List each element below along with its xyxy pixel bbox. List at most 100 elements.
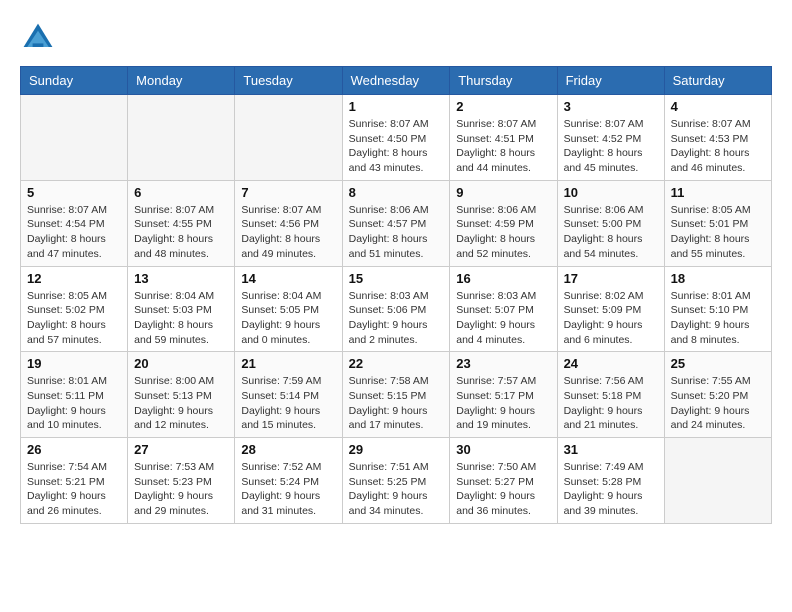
day-number: 28	[241, 442, 335, 457]
calendar-day-cell: 7 Sunrise: 8:07 AM Sunset: 4:56 PM Daylig…	[235, 180, 342, 266]
calendar-day-cell: 25 Sunrise: 7:55 AM Sunset: 5:20 PM Dayli…	[664, 352, 771, 438]
day-info: Sunrise: 7:52 AM Sunset: 5:24 PM Dayligh…	[241, 460, 335, 519]
calendar-day-cell: 27 Sunrise: 7:53 AM Sunset: 5:23 PM Dayli…	[128, 438, 235, 524]
calendar-day-cell: 22 Sunrise: 7:58 AM Sunset: 5:15 PM Dayli…	[342, 352, 450, 438]
day-info: Sunrise: 8:00 AM Sunset: 5:13 PM Dayligh…	[134, 374, 228, 433]
calendar-header-sunday: Sunday	[21, 67, 128, 95]
calendar-week-row: 1Sunrise: 8:07 AM Sunset: 4:50 PM Daylig…	[21, 95, 772, 181]
day-info: Sunrise: 8:03 AM Sunset: 5:06 PM Dayligh…	[349, 289, 444, 348]
day-number: 20	[134, 356, 228, 371]
calendar-day-cell: 17 Sunrise: 8:02 AM Sunset: 5:09 PM Dayli…	[557, 266, 664, 352]
calendar-day-cell: 19 Sunrise: 8:01 AM Sunset: 5:11 PM Dayli…	[21, 352, 128, 438]
calendar-day-cell	[664, 438, 771, 524]
day-info: Sunrise: 7:49 AM Sunset: 5:28 PM Dayligh…	[564, 460, 658, 519]
calendar-header-saturday: Saturday	[664, 67, 771, 95]
day-info: Sunrise: 8:07 AM Sunset: 4:52 PM Dayligh…	[564, 117, 658, 176]
day-number: 7	[241, 185, 335, 200]
calendar-week-row: 19 Sunrise: 8:01 AM Sunset: 5:11 PM Dayli…	[21, 352, 772, 438]
day-number: 16	[456, 271, 550, 286]
day-number: 9	[456, 185, 550, 200]
calendar-header-wednesday: Wednesday	[342, 67, 450, 95]
calendar-day-cell: 10 Sunrise: 8:06 AM Sunset: 5:00 PM Dayli…	[557, 180, 664, 266]
day-number: 3	[564, 99, 658, 114]
calendar-day-cell: 4 Sunrise: 8:07 AM Sunset: 4:53 PM Daylig…	[664, 95, 771, 181]
day-info: Sunrise: 8:05 AM Sunset: 5:01 PM Dayligh…	[671, 203, 765, 262]
day-number: 27	[134, 442, 228, 457]
day-info: Sunrise: 8:03 AM Sunset: 5:07 PM Dayligh…	[456, 289, 550, 348]
calendar-week-row: 5 Sunrise: 8:07 AM Sunset: 4:54 PM Daylig…	[21, 180, 772, 266]
calendar-week-row: 12 Sunrise: 8:05 AM Sunset: 5:02 PM Dayli…	[21, 266, 772, 352]
day-info: Sunrise: 8:06 AM Sunset: 4:57 PM Dayligh…	[349, 203, 444, 262]
day-number: 8	[349, 185, 444, 200]
calendar-day-cell: 29Sunrise: 7:51 AM Sunset: 5:25 PM Dayli…	[342, 438, 450, 524]
day-info: Sunrise: 7:58 AM Sunset: 5:15 PM Dayligh…	[349, 374, 444, 433]
day-info: Sunrise: 8:07 AM Sunset: 4:54 PM Dayligh…	[27, 203, 121, 262]
calendar-day-cell: 6 Sunrise: 8:07 AM Sunset: 4:55 PM Daylig…	[128, 180, 235, 266]
day-info: Sunrise: 8:06 AM Sunset: 4:59 PM Dayligh…	[456, 203, 550, 262]
day-number: 17	[564, 271, 658, 286]
calendar-day-cell: 26 Sunrise: 7:54 AM Sunset: 5:21 PM Dayli…	[21, 438, 128, 524]
day-info: Sunrise: 8:07 AM Sunset: 4:53 PM Dayligh…	[671, 117, 765, 176]
day-number: 4	[671, 99, 765, 114]
calendar-day-cell: 2 Sunrise: 8:07 AM Sunset: 4:51 PM Daylig…	[450, 95, 557, 181]
calendar-day-cell	[21, 95, 128, 181]
calendar-day-cell: 23Sunrise: 7:57 AM Sunset: 5:17 PM Dayli…	[450, 352, 557, 438]
calendar-header-row: SundayMondayTuesdayWednesdayThursdayFrid…	[21, 67, 772, 95]
calendar-day-cell: 20 Sunrise: 8:00 AM Sunset: 5:13 PM Dayli…	[128, 352, 235, 438]
calendar-day-cell	[128, 95, 235, 181]
day-number: 5	[27, 185, 121, 200]
day-number: 21	[241, 356, 335, 371]
day-number: 2	[456, 99, 550, 114]
day-info: Sunrise: 8:07 AM Sunset: 4:51 PM Dayligh…	[456, 117, 550, 176]
calendar-day-cell: 15 Sunrise: 8:03 AM Sunset: 5:06 PM Dayli…	[342, 266, 450, 352]
day-info: Sunrise: 8:07 AM Sunset: 4:55 PM Dayligh…	[134, 203, 228, 262]
day-info: Sunrise: 8:05 AM Sunset: 5:02 PM Dayligh…	[27, 289, 121, 348]
logo-icon	[20, 20, 56, 56]
day-info: Sunrise: 8:07 AM Sunset: 4:50 PM Dayligh…	[349, 117, 444, 176]
calendar-week-row: 26 Sunrise: 7:54 AM Sunset: 5:21 PM Dayli…	[21, 438, 772, 524]
day-info: Sunrise: 8:04 AM Sunset: 5:05 PM Dayligh…	[241, 289, 335, 348]
calendar-day-cell	[235, 95, 342, 181]
calendar-header-thursday: Thursday	[450, 67, 557, 95]
day-number: 18	[671, 271, 765, 286]
calendar-header-friday: Friday	[557, 67, 664, 95]
calendar-day-cell: 8 Sunrise: 8:06 AM Sunset: 4:57 PM Daylig…	[342, 180, 450, 266]
day-number: 10	[564, 185, 658, 200]
calendar-day-cell: 21Sunrise: 7:59 AM Sunset: 5:14 PM Dayli…	[235, 352, 342, 438]
day-number: 6	[134, 185, 228, 200]
day-number: 19	[27, 356, 121, 371]
day-info: Sunrise: 8:02 AM Sunset: 5:09 PM Dayligh…	[564, 289, 658, 348]
day-info: Sunrise: 8:01 AM Sunset: 5:10 PM Dayligh…	[671, 289, 765, 348]
day-number: 13	[134, 271, 228, 286]
calendar-day-cell: 12 Sunrise: 8:05 AM Sunset: 5:02 PM Dayli…	[21, 266, 128, 352]
day-info: Sunrise: 7:53 AM Sunset: 5:23 PM Dayligh…	[134, 460, 228, 519]
day-info: Sunrise: 8:04 AM Sunset: 5:03 PM Dayligh…	[134, 289, 228, 348]
day-number: 29	[349, 442, 444, 457]
day-info: Sunrise: 8:06 AM Sunset: 5:00 PM Dayligh…	[564, 203, 658, 262]
day-number: 11	[671, 185, 765, 200]
day-info: Sunrise: 8:07 AM Sunset: 4:56 PM Dayligh…	[241, 203, 335, 262]
day-number: 31	[564, 442, 658, 457]
calendar-table: SundayMondayTuesdayWednesdayThursdayFrid…	[20, 66, 772, 524]
day-number: 26	[27, 442, 121, 457]
logo	[20, 20, 62, 56]
day-number: 15	[349, 271, 444, 286]
day-number: 12	[27, 271, 121, 286]
day-info: Sunrise: 7:55 AM Sunset: 5:20 PM Dayligh…	[671, 374, 765, 433]
calendar-day-cell: 30 Sunrise: 7:50 AM Sunset: 5:27 PM Dayli…	[450, 438, 557, 524]
day-number: 22	[349, 356, 444, 371]
calendar-day-cell: 16 Sunrise: 8:03 AM Sunset: 5:07 PM Dayli…	[450, 266, 557, 352]
day-info: Sunrise: 7:54 AM Sunset: 5:21 PM Dayligh…	[27, 460, 121, 519]
calendar-day-cell: 31 Sunrise: 7:49 AM Sunset: 5:28 PM Dayli…	[557, 438, 664, 524]
calendar-day-cell: 3 Sunrise: 8:07 AM Sunset: 4:52 PM Daylig…	[557, 95, 664, 181]
day-info: Sunrise: 7:50 AM Sunset: 5:27 PM Dayligh…	[456, 460, 550, 519]
calendar-day-cell: 9 Sunrise: 8:06 AM Sunset: 4:59 PM Daylig…	[450, 180, 557, 266]
day-number: 25	[671, 356, 765, 371]
calendar-day-cell: 13 Sunrise: 8:04 AM Sunset: 5:03 PM Dayli…	[128, 266, 235, 352]
day-number: 23	[456, 356, 550, 371]
calendar-day-cell: 11 Sunrise: 8:05 AM Sunset: 5:01 PM Dayli…	[664, 180, 771, 266]
day-info: Sunrise: 7:56 AM Sunset: 5:18 PM Dayligh…	[564, 374, 658, 433]
day-number: 30	[456, 442, 550, 457]
calendar-day-cell: 14Sunrise: 8:04 AM Sunset: 5:05 PM Dayli…	[235, 266, 342, 352]
day-info: Sunrise: 8:01 AM Sunset: 5:11 PM Dayligh…	[27, 374, 121, 433]
